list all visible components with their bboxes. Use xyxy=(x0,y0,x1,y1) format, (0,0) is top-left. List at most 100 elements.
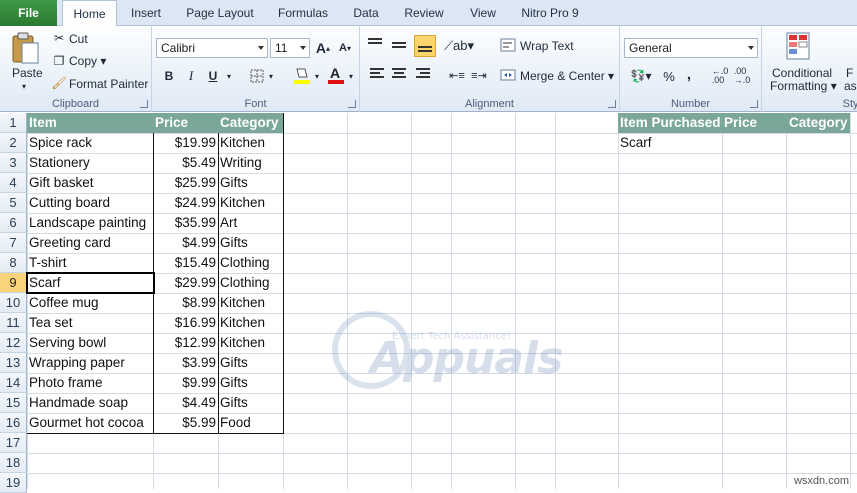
category-cell[interactable]: Kitchen xyxy=(218,293,283,313)
lookup-header-category[interactable]: Category xyxy=(786,113,850,133)
item-cell[interactable]: T-shirt xyxy=(27,253,153,273)
lookup-header-item[interactable]: Item Purchased xyxy=(618,113,722,133)
category-cell[interactable]: Kitchen xyxy=(218,333,283,353)
row-header[interactable]: 8 xyxy=(0,253,27,273)
table-header-category[interactable]: Category xyxy=(218,113,283,133)
item-cell[interactable]: Gourmet hot cocoa xyxy=(27,413,153,433)
price-cell[interactable]: $35.99 xyxy=(153,213,218,233)
price-cell[interactable]: $5.99 xyxy=(153,413,218,433)
category-cell[interactable]: Kitchen xyxy=(218,193,283,213)
tab-home[interactable]: Home xyxy=(62,0,117,27)
conditional-formatting-button[interactable]: Conditional xyxy=(772,66,832,80)
price-cell[interactable]: $8.99 xyxy=(153,293,218,313)
merge-center-button[interactable]: Merge & Center ▾ xyxy=(520,69,614,83)
category-cell[interactable]: Kitchen xyxy=(218,313,283,333)
category-cell[interactable]: Gifts xyxy=(218,353,283,373)
row-header-selected[interactable]: 9 xyxy=(0,273,27,293)
price-cell[interactable]: $4.49 xyxy=(153,393,218,413)
category-cell[interactable]: Art xyxy=(218,213,283,233)
format-painter-button[interactable]: Format Painter xyxy=(69,77,148,91)
increase-decimal-icon[interactable]: ←.0.00 xyxy=(710,66,730,86)
format-as-table-label[interactable]: as xyxy=(844,79,857,93)
tab-nitro-pro[interactable]: Nitro Pro 9 xyxy=(514,0,586,26)
price-cell[interactable]: $19.99 xyxy=(153,133,218,153)
price-cell[interactable]: $4.99 xyxy=(153,233,218,253)
font-color-icon[interactable]: A xyxy=(326,64,346,86)
alignment-launcher-icon[interactable] xyxy=(608,100,616,108)
align-left-icon[interactable] xyxy=(370,66,386,84)
font-size-combo[interactable]: 11 xyxy=(270,38,310,58)
row-header[interactable]: 2 xyxy=(0,133,27,153)
borders-icon[interactable] xyxy=(248,66,266,86)
row-header[interactable]: 5 xyxy=(0,193,27,213)
row-header[interactable]: 19 xyxy=(0,473,27,493)
row-header[interactable]: 14 xyxy=(0,373,27,393)
underline-button[interactable]: U xyxy=(204,66,222,86)
item-cell[interactable]: Spice rack xyxy=(27,133,153,153)
row-header[interactable]: 17 xyxy=(0,433,27,453)
tab-page-layout[interactable]: Page Layout xyxy=(180,0,260,26)
category-cell[interactable]: Gifts xyxy=(218,393,283,413)
tab-data[interactable]: Data xyxy=(346,0,386,26)
item-cell[interactable]: Serving bowl xyxy=(27,333,153,353)
conditional-formatting-dropdown[interactable]: Formatting ▾ xyxy=(770,79,837,93)
spreadsheet-grid[interactable]: 1 2 3 4 5 6 7 8 9 10 11 12 13 14 15 16 1… xyxy=(0,113,857,493)
price-cell[interactable]: $24.99 xyxy=(153,193,218,213)
increase-indent-icon[interactable]: ≡⇥ xyxy=(470,66,488,84)
font-name-combo[interactable]: Calibri xyxy=(156,38,268,58)
category-cell[interactable]: Writing xyxy=(218,153,283,173)
conditional-formatting-icon[interactable] xyxy=(784,30,814,62)
price-cell[interactable]: $5.49 xyxy=(153,153,218,173)
category-cell[interactable]: Gifts xyxy=(218,173,283,193)
align-center-icon[interactable] xyxy=(392,66,408,84)
category-cell[interactable]: Kitchen xyxy=(218,133,283,153)
tab-review[interactable]: Review xyxy=(396,0,452,26)
orientation-icon[interactable]: ⟋ab▾ xyxy=(444,36,474,56)
decrease-decimal-icon[interactable]: .00 →.0 xyxy=(732,66,752,86)
tab-formulas[interactable]: Formulas xyxy=(270,0,336,26)
table-header-item[interactable]: Item xyxy=(27,113,153,133)
shrink-font-icon[interactable]: A ▾ xyxy=(336,38,354,58)
row-header[interactable]: 1 xyxy=(0,113,27,133)
tab-insert[interactable]: Insert xyxy=(122,0,170,26)
fill-color-icon[interactable] xyxy=(292,64,312,86)
bottom-align-icon[interactable] xyxy=(414,35,436,57)
middle-align-icon[interactable] xyxy=(392,40,410,58)
number-format-combo[interactable]: General xyxy=(624,38,758,58)
row-header[interactable]: 18 xyxy=(0,453,27,473)
paste-dropdown-icon[interactable]: ▾ xyxy=(22,82,26,91)
number-launcher-icon[interactable] xyxy=(750,100,758,108)
row-header[interactable]: 16 xyxy=(0,413,27,433)
item-cell[interactable]: Greeting card xyxy=(27,233,153,253)
price-cell[interactable]: $16.99 xyxy=(153,313,218,333)
item-cell[interactable]: Landscape painting xyxy=(27,213,153,233)
bold-button[interactable]: B xyxy=(160,66,178,86)
item-cell[interactable]: Stationery xyxy=(27,153,153,173)
row-header[interactable]: 3 xyxy=(0,153,27,173)
item-cell[interactable]: Coffee mug xyxy=(27,293,153,313)
accounting-format-icon[interactable]: 💱▾ xyxy=(626,66,656,86)
category-cell[interactable]: Gifts xyxy=(218,233,283,253)
price-cell[interactable]: $9.99 xyxy=(153,373,218,393)
row-header[interactable]: 10 xyxy=(0,293,27,313)
font-color-dropdown-icon[interactable]: ▾ xyxy=(346,66,356,86)
item-cell[interactable]: Gift basket xyxy=(27,173,153,193)
tab-view[interactable]: View xyxy=(462,0,504,26)
row-header[interactable]: 6 xyxy=(0,213,27,233)
category-cell[interactable]: Clothing xyxy=(218,273,283,293)
row-header[interactable]: 15 xyxy=(0,393,27,413)
lookup-item-value[interactable]: Scarf xyxy=(618,133,722,153)
row-header[interactable]: 11 xyxy=(0,313,27,333)
row-header[interactable]: 13 xyxy=(0,353,27,373)
category-cell[interactable]: Food xyxy=(218,413,283,433)
top-align-icon[interactable] xyxy=(368,36,386,54)
table-header-price[interactable]: Price xyxy=(153,113,218,133)
underline-dropdown-icon[interactable]: ▾ xyxy=(224,66,234,86)
category-cell[interactable]: Gifts xyxy=(218,373,283,393)
item-cell[interactable]: Cutting board xyxy=(27,193,153,213)
wrap-text-button[interactable]: Wrap Text xyxy=(520,39,574,53)
tab-file[interactable]: File xyxy=(0,0,57,26)
decrease-indent-icon[interactable]: ⇤≡ xyxy=(448,66,466,84)
item-cell[interactable]: Scarf xyxy=(27,273,153,293)
copy-button[interactable]: Copy ▾ xyxy=(69,54,106,68)
